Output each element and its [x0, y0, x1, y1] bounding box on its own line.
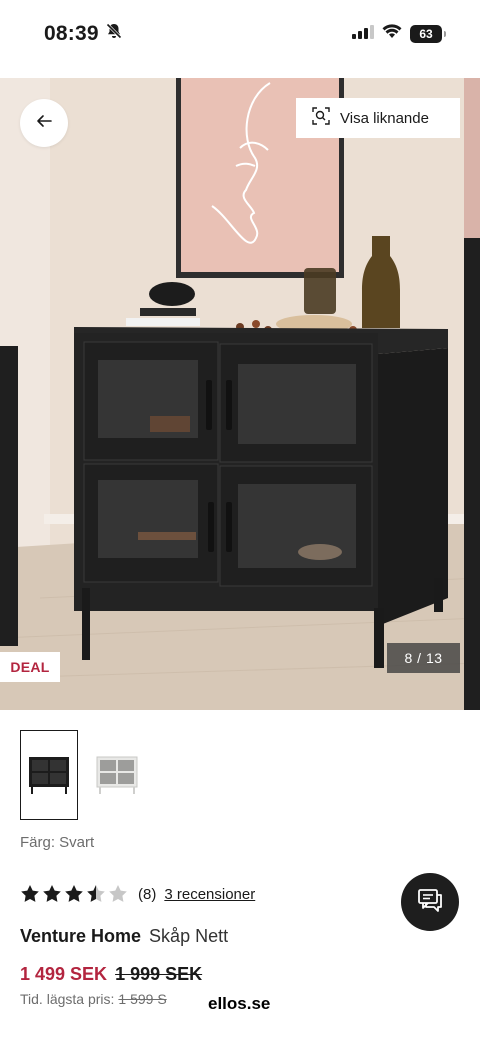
lowest-price-row: Tid. lägsta pris: 1 599 S — [20, 991, 167, 1007]
color-variant-thumbnails — [20, 730, 146, 820]
show-similar-button[interactable]: Visa liknande — [296, 98, 460, 138]
battery-icon: 63 — [410, 25, 446, 43]
star-rating — [20, 884, 128, 904]
color-label: Färg: Svart — [20, 834, 95, 851]
rating-row: (8) 3 recensioner — [20, 884, 255, 904]
battery-level: 63 — [419, 27, 433, 41]
price-row: 1 499 SEK 1 999 SEK — [20, 964, 202, 985]
stars-icon — [21, 885, 127, 902]
thumbnail-black-cabinet[interactable] — [20, 730, 78, 820]
bell-slash-icon — [105, 22, 123, 46]
white-cabinet-thumbnail-image — [96, 756, 138, 794]
status-time: 08:39 — [44, 22, 123, 46]
lowest-price-label: Tid. lägsta pris: — [20, 991, 115, 1007]
thumbnail-white-cabinet[interactable] — [88, 730, 146, 820]
signal-icon — [352, 24, 374, 44]
back-button[interactable] — [20, 99, 68, 147]
time-label: 08:39 — [44, 22, 99, 45]
deal-badge: DEAL — [0, 652, 60, 682]
product-photo — [0, 78, 480, 710]
reviews-link[interactable]: 3 recensioner — [164, 886, 255, 903]
show-similar-label: Visa liknande — [340, 109, 429, 127]
image-counter: 8 / 13 — [387, 643, 460, 673]
status-bar: 08:39 63 — [0, 0, 480, 78]
current-price: 1 499 SEK — [20, 964, 108, 984]
wifi-icon — [382, 24, 402, 44]
visual-search-icon — [312, 107, 330, 129]
product-image-gallery[interactable]: Visa liknande DEAL 8 / 13 — [0, 78, 480, 710]
chat-bubbles-icon — [415, 886, 445, 919]
lowest-price-value: 1 599 S — [118, 991, 167, 1007]
original-price: 1 999 SEK — [115, 964, 203, 984]
chat-button[interactable] — [401, 873, 459, 931]
product-title: Venture Home Skåp Nett — [20, 926, 228, 947]
browser-domain[interactable]: ellos.se — [208, 994, 270, 1014]
rating-count: (8) — [138, 885, 157, 903]
black-cabinet-thumbnail-image — [29, 757, 69, 794]
product-name: Skåp Nett — [149, 926, 229, 946]
status-icons: 63 — [352, 24, 446, 44]
arrow-left-icon — [35, 114, 53, 133]
brand-name[interactable]: Venture Home — [20, 926, 141, 947]
